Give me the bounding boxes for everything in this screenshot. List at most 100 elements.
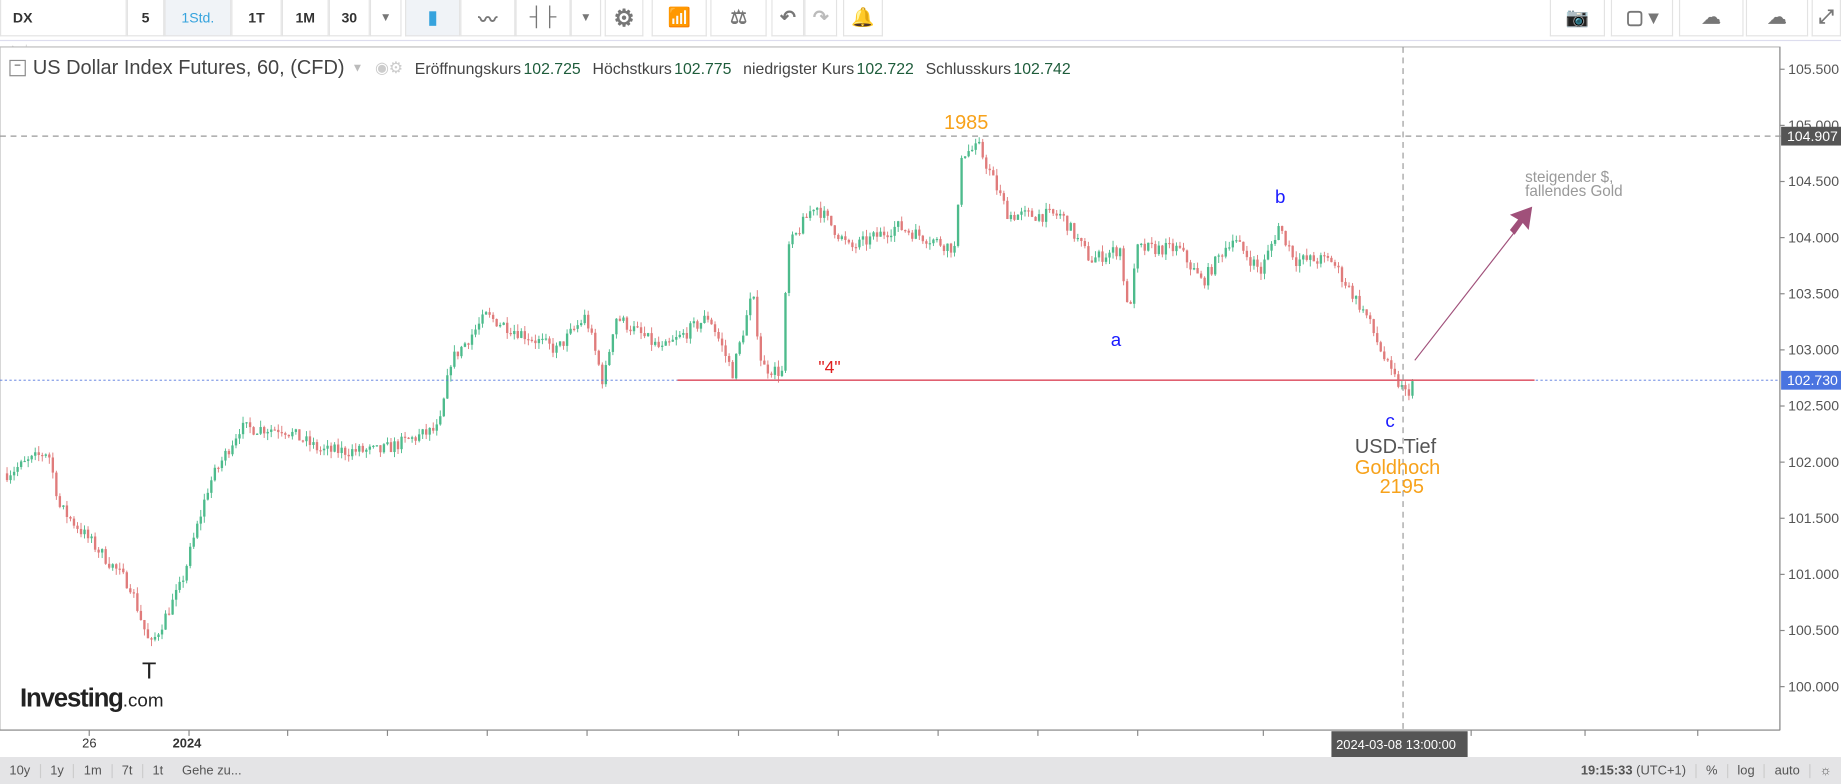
candle-body [1383, 351, 1386, 360]
candle-body [305, 436, 308, 442]
candle-body [731, 361, 734, 379]
price-tick-label: 101.500 [1788, 510, 1839, 526]
candle-body [347, 454, 350, 457]
candle-body [375, 445, 379, 447]
candle-body [1006, 200, 1009, 220]
candle-body [960, 157, 963, 205]
candle-body [555, 345, 558, 353]
candle-body [1199, 273, 1203, 278]
open-label: Eröffnungskurs [414, 59, 522, 77]
clock-time: 19:15:33 [1580, 763, 1633, 778]
candle-body [1009, 214, 1013, 220]
label-gold-value: 2195 [1380, 476, 1424, 498]
auto-toggle[interactable]: auto [1765, 763, 1811, 778]
candle-body [583, 314, 586, 324]
candle-body [315, 442, 319, 451]
visibility-icon[interactable]: ◉ [375, 59, 389, 78]
range-1y[interactable]: 1y [41, 763, 75, 778]
price-tick-label: 102.500 [1788, 398, 1839, 414]
candle-body [1115, 247, 1118, 257]
range-7d[interactable]: 7t [112, 763, 144, 778]
candle-body [565, 333, 569, 346]
wave-label-a: a [1111, 329, 1122, 350]
candle-body [1263, 259, 1266, 274]
candle-body [999, 190, 1002, 194]
collapse-legend-icon[interactable]: − [9, 59, 26, 77]
candle-body [625, 317, 629, 330]
candle-body [65, 505, 69, 517]
candle-body [889, 235, 893, 238]
candle-body [129, 588, 132, 593]
candle-body [671, 339, 674, 342]
range-10y[interactable]: 10y [0, 763, 41, 778]
candle-body [425, 429, 428, 435]
price-tick-label: 103.000 [1788, 342, 1839, 358]
candle-body [79, 528, 83, 535]
candle-body [1340, 267, 1344, 282]
candle-body [678, 334, 681, 337]
candle-body [1087, 246, 1090, 261]
candle-body [164, 613, 167, 630]
logo-main: Investing [19, 683, 124, 713]
candle-body [132, 592, 136, 594]
goto-date-button[interactable]: Gehe zu... [173, 763, 251, 777]
candle-body [925, 241, 928, 244]
candle-body [992, 170, 995, 176]
range-1m[interactable]: 1m [74, 763, 113, 778]
range-1d[interactable]: 1t [143, 763, 173, 777]
candle-body [446, 375, 449, 399]
candle-body [115, 564, 118, 569]
candle-body [382, 444, 386, 453]
candle-body [1224, 247, 1227, 257]
high-value: 102.775 [674, 59, 732, 77]
candle-body [294, 429, 298, 432]
candle-body [1027, 210, 1030, 212]
candle-body [766, 364, 770, 374]
candle-body [1041, 214, 1044, 222]
candle-body [143, 619, 146, 630]
candle-body [27, 459, 30, 461]
candle-body [668, 341, 671, 343]
candle-body [1161, 245, 1164, 255]
candle-body [569, 328, 572, 334]
price-chart[interactable]: 105.500105.000104.500104.000103.500103.0… [0, 0, 1841, 784]
candle-body [784, 293, 787, 371]
candle-body [1171, 243, 1175, 252]
candle-body [787, 244, 791, 294]
candle-body [1273, 239, 1277, 244]
candle-body [798, 233, 801, 235]
candle-body [886, 235, 889, 238]
candle-body [745, 315, 748, 336]
candle-body [1129, 301, 1132, 304]
candle-body [794, 233, 798, 235]
candle-body [749, 298, 752, 316]
candle-body [192, 537, 195, 547]
candle-body [844, 236, 847, 240]
candle-body [1277, 226, 1280, 240]
candle-body [1309, 255, 1312, 260]
candle-body [520, 331, 523, 338]
candle-body [953, 245, 956, 253]
percent-toggle[interactable]: % [1697, 763, 1729, 778]
candle-body [111, 564, 114, 568]
candle-body [407, 437, 410, 439]
candle-body [266, 431, 269, 434]
candle-body [897, 221, 900, 227]
candle-body [1104, 257, 1108, 262]
candle-body [611, 334, 615, 352]
candle-body [1048, 208, 1051, 211]
candle-body [322, 448, 326, 451]
candle-body [1002, 193, 1006, 201]
candle-body [967, 151, 970, 157]
candle-body [199, 516, 202, 524]
timezone[interactable]: (UTC+1) [1636, 763, 1686, 777]
title-dropdown-icon[interactable]: ▼ [352, 62, 364, 75]
settings-gear-icon[interactable]: ☼ [1810, 763, 1841, 777]
candle-body [590, 328, 593, 333]
candle-body [287, 434, 291, 437]
candle-body [833, 225, 836, 235]
price-tick-label: 105.500 [1788, 61, 1839, 77]
candle-body [403, 436, 407, 438]
settings-icon[interactable]: ⚙ [389, 59, 403, 78]
log-toggle[interactable]: log [1728, 763, 1766, 778]
